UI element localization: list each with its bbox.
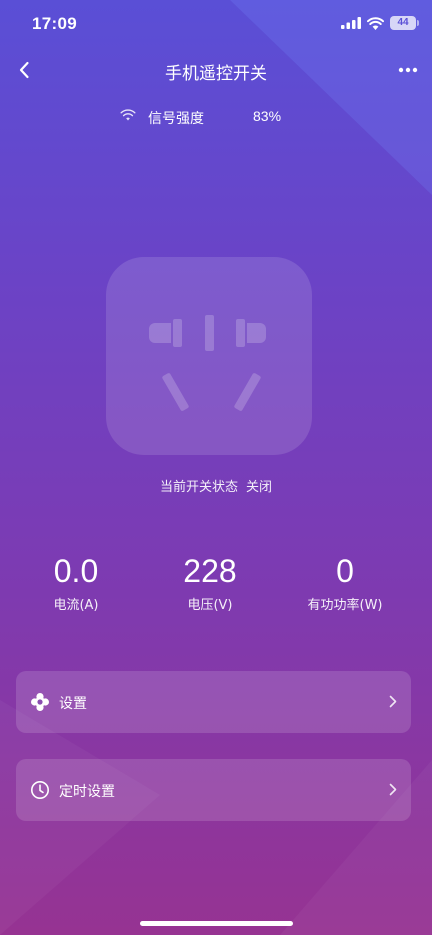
voltage-label: 电压(V) — [187, 598, 233, 613]
timer-settings-row[interactable]: 定时设置 — [16, 759, 411, 821]
chevron-right-icon — [389, 783, 397, 796]
wifi-status-icon — [367, 16, 384, 30]
power-value: 0 — [336, 553, 354, 589]
signal-label: 信号强度 — [148, 111, 204, 127]
switch-status-value: 关闭 — [246, 480, 273, 495]
settings-label: 设置 — [59, 696, 87, 712]
settings-row[interactable]: 设置 — [16, 671, 411, 733]
voltage-metric: 228 电压(V) — [140, 552, 280, 613]
voltage-value: 228 — [183, 553, 237, 589]
status-icons: 44 — [341, 16, 419, 30]
chevron-right-icon — [389, 695, 397, 708]
more-button[interactable] — [394, 56, 422, 84]
page-title: 手机遥控开关 — [165, 64, 267, 84]
battery-icon: 44 — [390, 16, 419, 30]
home-indicator[interactable] — [140, 921, 293, 926]
current-label: 电流(A) — [53, 598, 99, 613]
more-dots-icon — [398, 67, 418, 73]
status-bar: 17:09 44 — [0, 0, 432, 50]
power-metric: 0 有功功率(W) — [275, 552, 415, 613]
wifi-icon — [120, 109, 136, 121]
signal-strength: 信号强度 83% — [0, 107, 432, 127]
current-value: 0.0 — [53, 553, 99, 589]
current-metric: 0.0 电流(A) — [6, 552, 146, 613]
signal-value: 83% — [253, 108, 282, 124]
power-socket-icon — [149, 315, 266, 411]
cellular-signal-icon — [341, 17, 361, 29]
power-label: 有功功率(W) — [307, 598, 383, 613]
timer-settings-label: 定时设置 — [59, 784, 115, 800]
gear-icon — [31, 693, 49, 711]
clock-icon — [31, 781, 49, 799]
power-toggle-button[interactable] — [106, 257, 312, 455]
switch-status-label: 当前开关状态 — [159, 480, 238, 495]
switch-status: 当前开关状态 关闭 — [0, 476, 432, 495]
status-time: 17:09 — [32, 14, 77, 33]
nav-bar: 手机遥控开关 — [0, 50, 432, 90]
